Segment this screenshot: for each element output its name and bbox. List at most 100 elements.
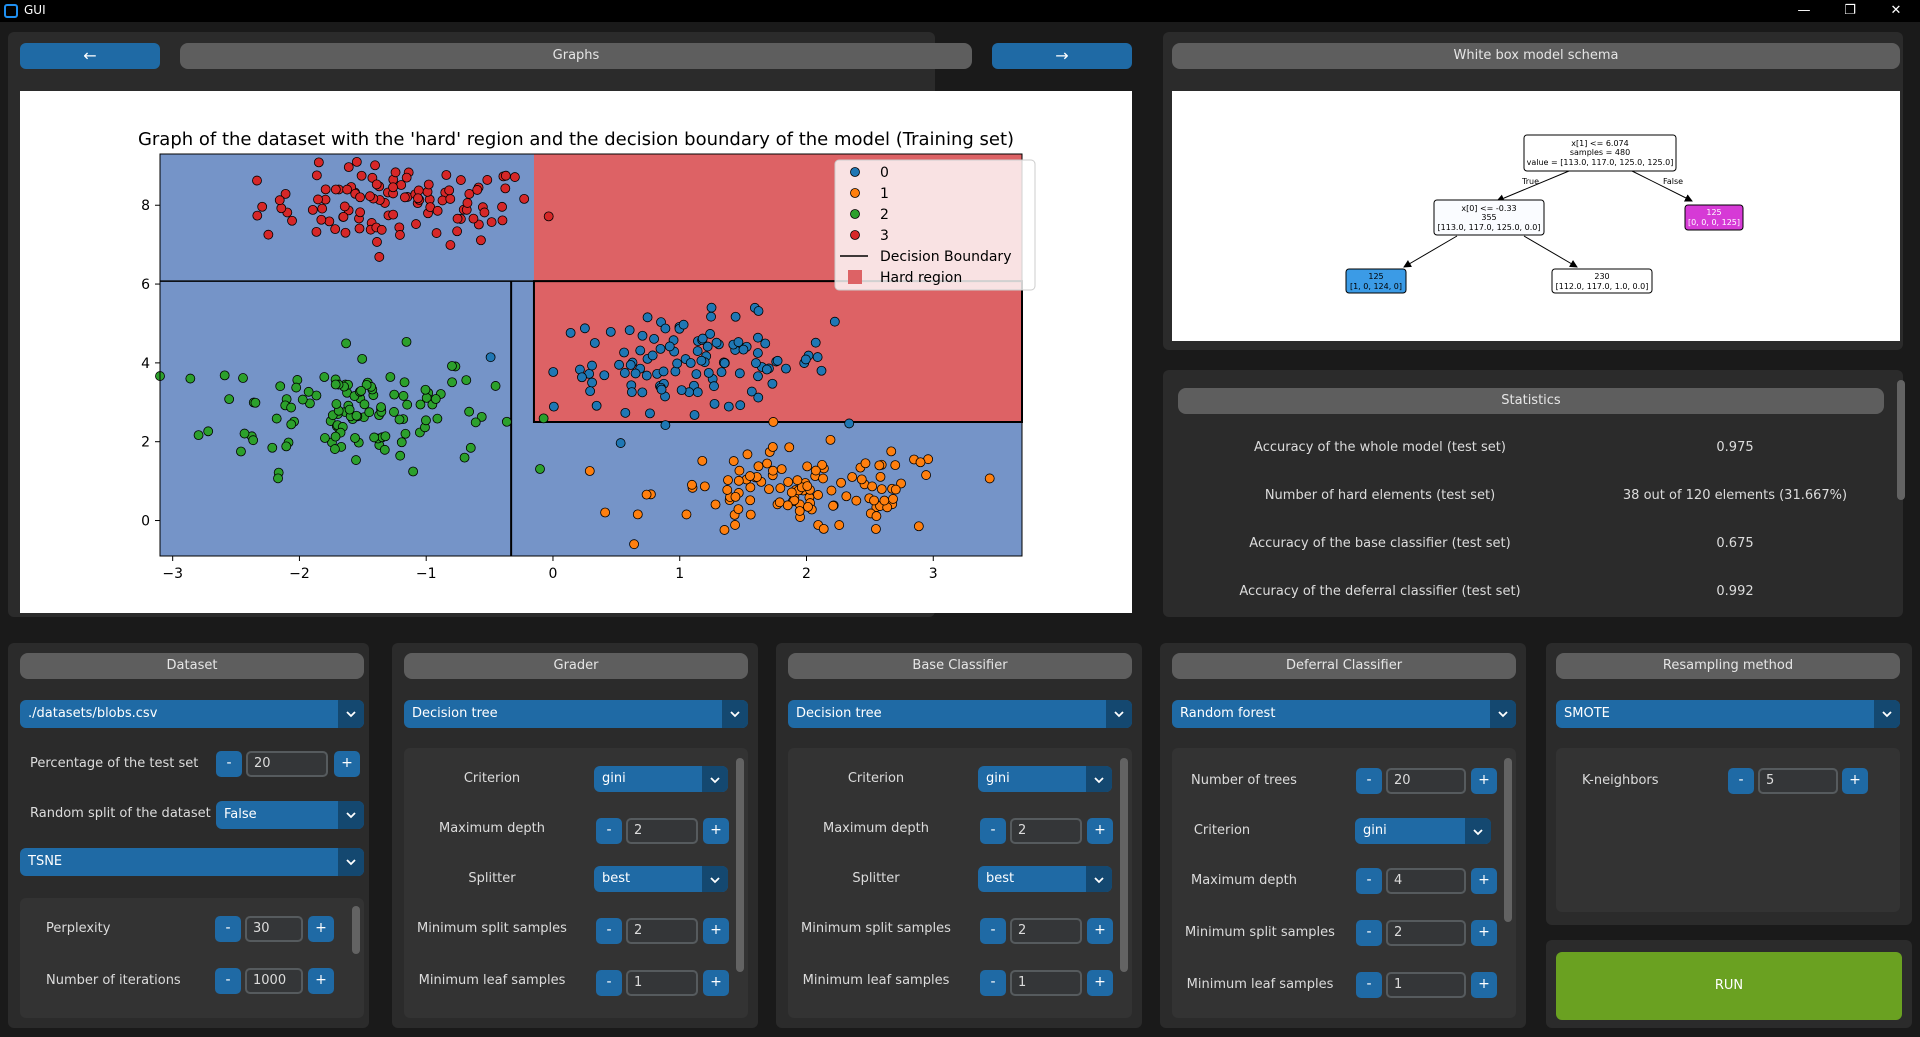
next-graph-button[interactable]: → [992, 43, 1132, 69]
resampling-dropdown[interactable]: SMOTE [1556, 700, 1900, 728]
max-depth-stepper[interactable]: -4 + [1356, 866, 1498, 894]
min-split-stepper[interactable]: -2 + [596, 916, 730, 944]
base-model-dropdown[interactable]: Decision tree [788, 700, 1132, 728]
increment-button[interactable]: + [1087, 970, 1113, 996]
min-leaf-field[interactable]: 1 [1386, 972, 1466, 998]
data-point-class-2 [447, 377, 457, 388]
dataset-file-dropdown[interactable]: ./datasets/blobs.csv [20, 700, 364, 728]
min-split-stepper[interactable]: -2 + [1356, 918, 1498, 946]
min-leaf-stepper[interactable]: -1 + [1356, 970, 1498, 998]
data-point-class-0 [664, 341, 675, 352]
min-leaf-field[interactable]: 1 [1010, 970, 1082, 996]
data-point-class-3 [482, 175, 493, 185]
k-neighbors-stepper[interactable]: - 5 + [1728, 766, 1870, 794]
criterion-dropdown[interactable]: gini [978, 766, 1112, 792]
decrement-button[interactable]: - [1356, 768, 1382, 794]
decrement-button[interactable]: - [1728, 768, 1754, 794]
data-point-class-3 [462, 198, 473, 208]
perplexity-stepper[interactable]: - 30 + [215, 914, 337, 942]
data-point-class-3 [479, 207, 490, 218]
increment-button[interactable]: + [1471, 920, 1497, 946]
min-leaf-stepper[interactable]: -1 + [980, 968, 1114, 996]
max-depth-field[interactable]: 2 [626, 818, 698, 844]
increment-button[interactable]: + [1087, 918, 1113, 944]
min-split-field[interactable]: 2 [626, 918, 698, 944]
decrement-button[interactable]: - [596, 970, 622, 996]
decrement-button[interactable]: - [1356, 868, 1382, 894]
min-split-field[interactable]: 2 [1386, 920, 1466, 946]
decrement-button[interactable]: - [596, 918, 622, 944]
min-split-stepper[interactable]: -2 + [980, 916, 1114, 944]
data-point-class-1 [867, 481, 878, 492]
stat-value: 38 out of 120 elements (31.667%) [1622, 488, 1848, 503]
k-neighbors-field[interactable]: 5 [1758, 768, 1838, 794]
grader-scrollbar[interactable] [736, 758, 744, 972]
data-point-class-1 [886, 446, 897, 457]
legend-label: Hard region [880, 270, 962, 286]
prev-graph-button[interactable]: ← [20, 43, 160, 69]
data-point-class-1 [774, 497, 785, 508]
increment-button[interactable]: + [703, 970, 729, 996]
svg-text:355: 355 [1481, 213, 1496, 222]
increment-button[interactable]: + [703, 918, 729, 944]
max-depth-field[interactable]: 4 [1386, 868, 1466, 894]
increment-button[interactable]: + [1471, 768, 1497, 794]
decrement-button[interactable]: - [1356, 972, 1382, 998]
min-split-field[interactable]: 2 [1010, 918, 1082, 944]
increment-button[interactable]: + [1087, 818, 1113, 844]
increment-button[interactable]: + [1842, 768, 1868, 794]
grader-model-dropdown[interactable]: Decision tree [404, 700, 748, 728]
random-split-dropdown[interactable]: False [216, 801, 364, 829]
decrement-button[interactable]: - [215, 968, 241, 994]
data-point-class-2 [389, 407, 399, 417]
perplexity-field[interactable]: 30 [245, 916, 303, 942]
increment-button[interactable]: + [334, 751, 360, 777]
test-pct-stepper[interactable]: - 20 + [216, 749, 364, 777]
k-neighbors-label: K-neighbors [1582, 773, 1659, 788]
trees-field[interactable]: 20 [1386, 768, 1466, 794]
splitter-dropdown[interactable]: best [594, 866, 728, 892]
decrement-button[interactable]: - [980, 970, 1006, 996]
increment-button[interactable]: + [1471, 868, 1497, 894]
deferral-model-dropdown[interactable]: Random forest [1172, 700, 1516, 728]
trees-stepper[interactable]: -20 + [1356, 766, 1498, 794]
tsne-scrollbar[interactable] [352, 906, 360, 954]
decrement-button[interactable]: - [1356, 920, 1382, 946]
base-header: Base Classifier [788, 653, 1132, 679]
min-leaf-stepper[interactable]: -1 + [596, 968, 730, 996]
chevron-down-icon [1465, 818, 1491, 844]
data-point-class-1 [728, 456, 739, 466]
decrement-button[interactable]: - [980, 918, 1006, 944]
iterations-stepper[interactable]: - 1000 + [215, 966, 337, 994]
restore-button[interactable]: ❐ [1827, 0, 1873, 22]
data-point-class-2 [394, 414, 405, 425]
increment-button[interactable]: + [308, 916, 334, 942]
increment-button[interactable]: + [1471, 972, 1497, 998]
splitter-dropdown[interactable]: best [978, 866, 1112, 892]
decrement-button[interactable]: - [216, 751, 242, 777]
decrement-button[interactable]: - [596, 818, 622, 844]
decrement-button[interactable]: - [980, 818, 1006, 844]
max-depth-stepper[interactable]: -2 + [980, 816, 1114, 844]
max-depth-stepper[interactable]: -2 + [596, 816, 730, 844]
minimize-button[interactable]: — [1781, 0, 1827, 22]
edge-true [1496, 170, 1570, 202]
criterion-dropdown[interactable]: gini [594, 766, 728, 792]
increment-button[interactable]: + [703, 818, 729, 844]
reduction-dropdown[interactable]: TSNE [20, 848, 364, 876]
iterations-field[interactable]: 1000 [245, 968, 303, 994]
deferral-scrollbar[interactable] [1504, 758, 1512, 922]
increment-button[interactable]: + [308, 968, 334, 994]
base-scrollbar[interactable] [1120, 758, 1128, 972]
min-leaf-field[interactable]: 1 [626, 970, 698, 996]
test-pct-field[interactable]: 20 [246, 751, 328, 777]
close-button[interactable]: ✕ [1873, 0, 1919, 22]
data-point-class-1 [762, 458, 772, 469]
run-button[interactable]: RUN [1556, 952, 1902, 1020]
data-point-class-2 [376, 402, 386, 413]
max-depth-field[interactable]: 2 [1010, 818, 1082, 844]
decrement-button[interactable]: - [215, 916, 241, 942]
criterion-dropdown[interactable]: gini [1355, 818, 1491, 844]
data-point-class-2 [344, 404, 355, 415]
data-point-class-3 [476, 235, 486, 246]
